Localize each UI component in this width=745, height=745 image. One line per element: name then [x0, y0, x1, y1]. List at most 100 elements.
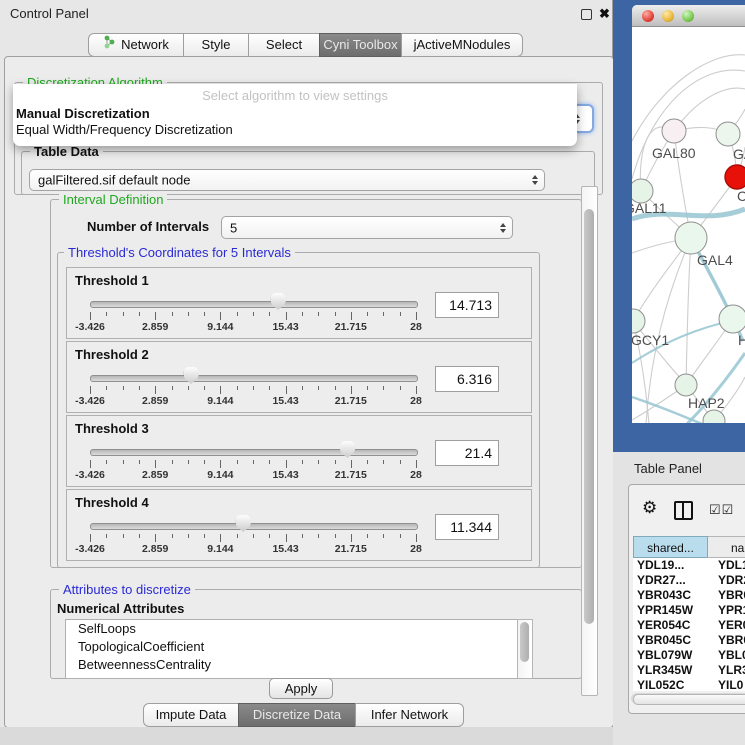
- zoom-traffic-light-icon[interactable]: [682, 10, 694, 22]
- table-row[interactable]: YBR045CYBR0: [633, 633, 745, 648]
- attribute-item-betweennesscentrality[interactable]: BetweennessCentrality: [66, 656, 518, 674]
- tick-label: 15.43: [272, 321, 298, 333]
- minor-tick: [400, 534, 401, 538]
- tick-label: 15.43: [272, 543, 298, 555]
- minimize-traffic-light-icon[interactable]: [662, 10, 674, 22]
- column-header-shared[interactable]: shared...: [633, 536, 708, 558]
- table-rows: YDL19...YDL1YDR27...YDR2YBR043CYBR0YPR14…: [633, 558, 745, 691]
- cell-name: YBL0: [708, 648, 745, 663]
- threshold-value-field[interactable]: 14.713: [435, 292, 499, 318]
- threshold-value-field[interactable]: 21.4: [435, 440, 499, 466]
- major-tick: [90, 460, 91, 468]
- number-of-intervals-combo[interactable]: 5: [221, 216, 513, 239]
- table-hscrollbar[interactable]: [631, 693, 745, 704]
- scrollbar-thumb[interactable]: [584, 209, 594, 624]
- attribute-item-topologicalcoefficient[interactable]: TopologicalCoefficient: [66, 638, 518, 656]
- tick-label: 28: [410, 543, 422, 555]
- scrollbar-thumb[interactable]: [633, 694, 745, 705]
- tab-infer-network[interactable]: Infer Network: [355, 703, 464, 727]
- minor-tick: [367, 386, 368, 390]
- major-tick: [155, 534, 156, 542]
- major-tick: [286, 386, 287, 394]
- major-tick: [416, 460, 417, 468]
- column-header-name[interactable]: na: [708, 536, 745, 558]
- slider-track[interactable]: [90, 301, 418, 308]
- svg-text:GAL4: GAL4: [697, 252, 733, 268]
- table-row[interactable]: YDR27...YDR2: [633, 573, 745, 588]
- minor-tick: [188, 386, 189, 390]
- network-window-titlebar[interactable]: [632, 5, 745, 27]
- major-tick: [155, 460, 156, 468]
- minor-tick: [106, 312, 107, 316]
- cell-shared-name: YBL079W: [633, 648, 708, 663]
- numerical-attributes-list[interactable]: SelfLoopsTopologicalCoefficientBetweenne…: [65, 619, 519, 679]
- minor-tick: [237, 386, 238, 390]
- tab-cyni-toolbox[interactable]: Cyni Toolbox: [319, 33, 402, 57]
- threshold-3-panel: Threshold 3-3.4262.8599.14415.4321.71528…: [66, 415, 532, 487]
- popup-option-manual-discretization[interactable]: Manual Discretization: [13, 106, 577, 122]
- popup-option-equal-width-frequency-discretization[interactable]: Equal Width/Frequency Discretization: [13, 122, 577, 138]
- scrollbar-thumb[interactable]: [520, 622, 529, 662]
- tab-select[interactable]: Select: [248, 33, 320, 57]
- table-row[interactable]: YIL052CYIL0: [633, 678, 745, 691]
- tick-label: 2.859: [142, 469, 168, 481]
- major-tick: [220, 534, 221, 542]
- table-data-combo-value: galFiltered.sif default node: [38, 173, 190, 188]
- minor-tick: [172, 534, 173, 538]
- tab-discretize-data[interactable]: Discretize Data: [238, 703, 356, 727]
- minor-tick: [188, 534, 189, 538]
- attributes-list-scrollbar[interactable]: [517, 619, 533, 679]
- minor-tick: [106, 460, 107, 464]
- minor-tick: [123, 534, 124, 538]
- table-row[interactable]: YBR043CYBR0: [633, 588, 745, 603]
- checkbox-icons[interactable]: ☑☑: [709, 502, 734, 518]
- tab-network[interactable]: Network: [88, 33, 184, 57]
- minor-tick: [253, 312, 254, 316]
- tab-style[interactable]: Style: [183, 33, 249, 57]
- apply-button[interactable]: Apply: [269, 678, 333, 699]
- tab-jactivemnodules[interactable]: jActiveMNodules: [401, 33, 523, 57]
- columns-icon[interactable]: [674, 501, 693, 520]
- slider-track[interactable]: [90, 375, 418, 382]
- threshold-value-field[interactable]: 11.344: [435, 514, 499, 540]
- cell-name: YDL1: [708, 558, 745, 573]
- close-traffic-light-icon[interactable]: [642, 10, 654, 22]
- table-row[interactable]: YPR145WYPR1: [633, 603, 745, 618]
- settings-scrollbar[interactable]: [581, 186, 598, 696]
- major-tick: [286, 460, 287, 468]
- tick-label: 21.715: [335, 321, 367, 333]
- tab-label: jActiveMNodules: [414, 34, 511, 56]
- cell-name: YLR3: [708, 663, 745, 678]
- cell-name: YBR0: [708, 633, 745, 648]
- minor-tick: [367, 534, 368, 538]
- svg-text:C: C: [737, 188, 745, 204]
- minor-tick: [237, 534, 238, 538]
- threshold-value-field[interactable]: 6.316: [435, 366, 499, 392]
- minor-tick: [237, 312, 238, 316]
- cell-shared-name: YIL052C: [633, 678, 708, 691]
- minor-tick: [139, 460, 140, 464]
- table-data-combo[interactable]: galFiltered.sif default node: [29, 169, 545, 191]
- group-title: Threshold's Coordinates for 5 Intervals: [64, 245, 295, 260]
- minor-tick: [383, 386, 384, 390]
- attribute-item-selfloops[interactable]: SelfLoops: [66, 620, 518, 638]
- gear-icon[interactable]: ⚙: [642, 498, 657, 518]
- slider-track[interactable]: [90, 523, 418, 530]
- table-panel-title: Table Panel: [634, 461, 702, 476]
- interval-definition-group: Interval Definition Number of Intervals …: [50, 199, 582, 568]
- cell-shared-name: YDL19...: [633, 558, 708, 573]
- close-icon[interactable]: ✖: [599, 6, 610, 22]
- threshold-4-panel: Threshold 4-3.4262.8599.14415.4321.71528…: [66, 489, 532, 561]
- table-row[interactable]: YLR345WYLR3: [633, 663, 745, 678]
- slider-track[interactable]: [90, 449, 418, 456]
- tab-impute-data[interactable]: Impute Data: [143, 703, 239, 727]
- tick-label: 9.144: [207, 395, 233, 407]
- table-row[interactable]: YDL19...YDL1: [633, 558, 745, 573]
- threshold-label: Threshold 1: [75, 273, 149, 288]
- float-window-icon[interactable]: [581, 9, 592, 20]
- slider-ticks: [90, 312, 416, 321]
- minor-tick: [269, 534, 270, 538]
- table-row[interactable]: YER054CYER0: [633, 618, 745, 633]
- table-row[interactable]: YBL079WYBL0: [633, 648, 745, 663]
- network-canvas[interactable]: GAL80GACGAL11GAL4GCY1HHAP2: [632, 27, 745, 423]
